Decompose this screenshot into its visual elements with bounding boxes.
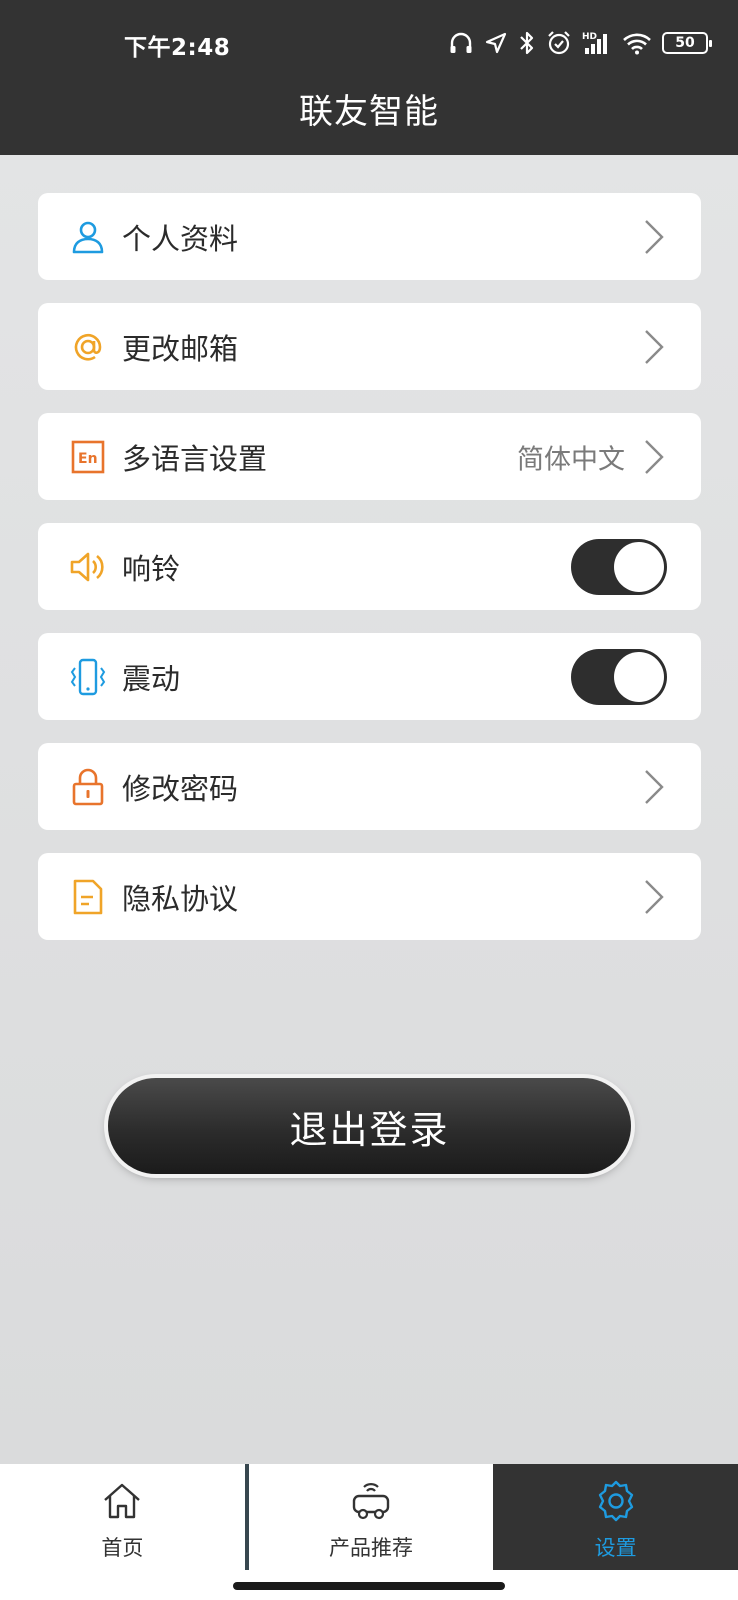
chevron-right-icon [645,219,664,254]
svg-text:HD: HD [582,32,597,42]
settings-item-label: 震动 [122,661,181,696]
bottom-tab-bar: 首页 产品推荐 设置 [0,1464,738,1570]
settings-item-label: 个人资料 [122,221,239,256]
tab-label: 产品推荐 [329,1536,413,1560]
settings-item-label: 修改密码 [122,771,239,806]
location-arrow-icon [484,31,508,55]
battery-indicator: 50 [662,32,712,54]
speaker-icon [68,547,108,587]
settings-item-password[interactable]: 修改密码 [38,743,701,830]
language-icon: En [68,437,108,477]
chevron-right-icon [645,329,664,364]
tab-label: 设置 [594,1536,637,1560]
chevron-right-icon [645,769,664,804]
lock-icon [68,767,108,807]
svg-text:En: En [78,451,98,467]
ringtone-toggle[interactable] [571,538,667,595]
settings-item-vibration: 震动 [38,633,701,720]
settings-item-ringtone: 响铃 [38,523,701,610]
settings-item-privacy[interactable]: 隐私协议 [38,853,701,940]
settings-item-label: 隐私协议 [122,881,239,916]
gear-icon [593,1478,639,1524]
settings-item-label: 多语言设置 [122,441,268,476]
tab-products[interactable]: 产品推荐 [249,1464,494,1570]
settings-item-profile[interactable]: 个人资料 [38,193,701,280]
headphones-icon [448,30,474,56]
tab-label: 首页 [101,1536,144,1560]
language-value: 简体中文 [517,444,625,475]
alarm-icon [546,30,572,56]
at-icon [68,327,108,367]
document-icon [68,877,108,917]
wifi-icon [622,31,652,55]
toggle-knob [614,541,664,592]
tab-home[interactable]: 首页 [0,1464,249,1570]
bluetooth-icon [518,30,536,56]
status-time: 下午2:48 [124,35,231,61]
settings-item-label: 更改邮箱 [122,331,239,366]
vibrate-icon [68,657,108,697]
tab-settings[interactable]: 设置 [493,1464,738,1570]
chevron-right-icon [645,879,664,914]
chevron-right-icon [645,439,664,474]
robot-car-icon [348,1478,394,1524]
settings-item-email[interactable]: 更改邮箱 [38,303,701,390]
settings-item-label: 响铃 [122,551,181,586]
home-icon [99,1478,145,1524]
logout-button[interactable]: 退出登录 [108,1078,631,1174]
person-icon [68,217,108,257]
toggle-knob [614,651,664,702]
signal-icon: HD [582,30,612,56]
vibration-toggle[interactable] [571,648,667,705]
home-indicator[interactable] [233,1582,505,1590]
page-title: 联友智能 [299,92,439,132]
status-icons: HD 50 [448,26,712,60]
header-bar: 下午2:48 HD 50 联友智能 [0,0,738,155]
settings-list: 个人资料 更改邮箱 En 多语言设置 简体中文 响铃 震动 修改密码 隐私协议 [38,193,701,963]
settings-item-language[interactable]: En 多语言设置 简体中文 [38,413,701,500]
